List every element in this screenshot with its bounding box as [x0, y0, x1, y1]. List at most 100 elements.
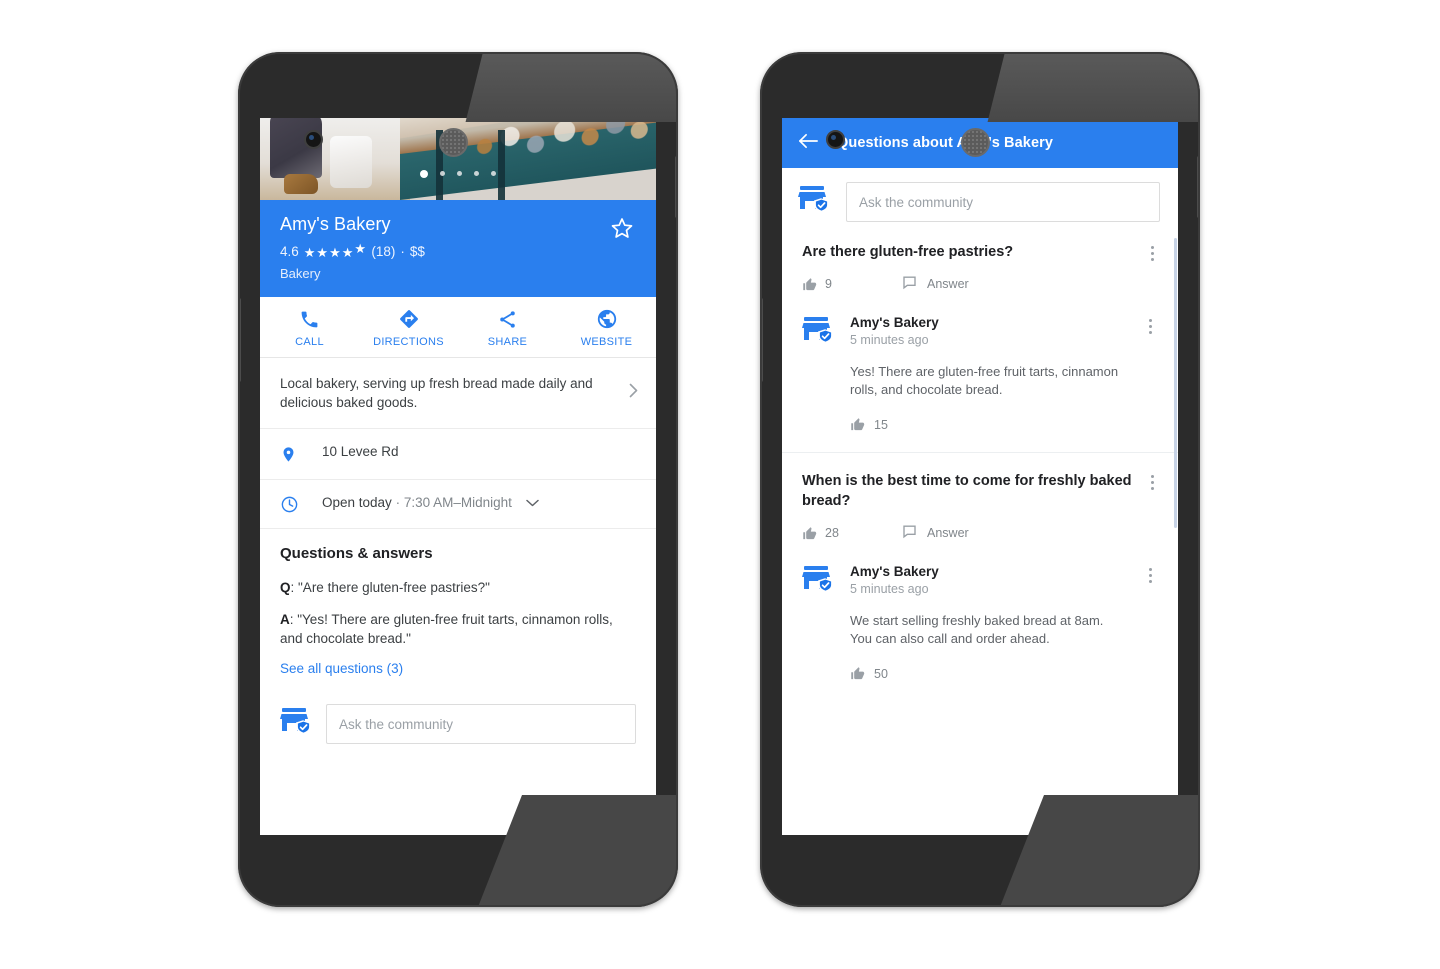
qa-a-label: A — [280, 612, 290, 627]
hours-separator: · — [395, 495, 401, 510]
rating-stars: ★★★★★ — [303, 241, 367, 260]
more-vertical-icon[interactable] — [1144, 471, 1160, 490]
hours-status: Open today — [322, 495, 392, 510]
more-vertical-icon[interactable] — [1142, 564, 1158, 681]
carousel-dot[interactable] — [474, 171, 479, 176]
questions-answers-section: Questions & answers Q: "Are there gluten… — [260, 529, 656, 696]
answer-text: Yes! There are gluten-free fruit tarts, … — [850, 364, 1119, 397]
arrow-back-icon[interactable] — [798, 132, 819, 155]
description-text: Local bakery, serving up fresh bread mad… — [280, 376, 593, 410]
answer-button[interactable]: Answer — [902, 275, 969, 293]
question-text[interactable]: Are there gluten-free pastries? — [802, 242, 1013, 262]
question-text[interactable]: When is the best time to come for freshl… — [802, 471, 1134, 511]
answer-timestamp: 5 minutes ago — [850, 582, 929, 596]
screen-right: Questions about Amy's Bakery Are ther — [782, 118, 1178, 835]
scrollbar[interactable] — [1174, 238, 1177, 528]
thumb-up-icon — [802, 526, 817, 541]
comment-icon — [902, 524, 917, 542]
app-bar-title: Questions about Amy's Bakery — [837, 135, 1054, 151]
answer-vote-count: 50 — [874, 666, 888, 681]
answer-label: Answer — [927, 526, 969, 540]
carousel-dots[interactable] — [260, 169, 656, 178]
answer-votes[interactable]: 15 — [850, 417, 1128, 432]
see-all-questions-link[interactable]: See all questions (3) — [280, 661, 636, 676]
earpiece-speaker-icon — [439, 128, 468, 157]
share-label: SHARE — [487, 336, 528, 348]
qa-section-title: Questions & answers — [280, 545, 433, 562]
comment-icon — [902, 275, 917, 293]
question-block: When is the best time to come for freshl… — [782, 453, 1178, 701]
ask-community-bar — [260, 696, 656, 762]
volume-button[interactable] — [238, 298, 241, 382]
review-count: (18) — [371, 243, 396, 259]
qa-answer-line: A: "Yes! There are gluten-free fruit tar… — [280, 610, 636, 648]
answer-author: Amy's Bakery — [850, 564, 939, 579]
hours-range: 7:30 AM–Midnight — [403, 495, 512, 510]
carousel-dot[interactable] — [440, 171, 445, 176]
carousel-dot-active[interactable] — [420, 169, 428, 178]
front-camera-icon — [826, 130, 845, 149]
clock-icon — [280, 494, 322, 514]
rating-row: 4.6 ★★★★★ (18) · $$ — [280, 241, 638, 261]
hours-row[interactable]: Open today · 7:30 AM–Midnight — [260, 480, 656, 529]
ask-community-bar — [782, 168, 1178, 236]
page-title: Amy's Bakery — [280, 214, 391, 234]
phone-device-right: Questions about Amy's Bakery Are ther — [760, 52, 1200, 907]
hours-text: Open today · 7:30 AM–Midnight — [322, 494, 539, 510]
website-label: WEBSITE — [580, 336, 633, 348]
power-button[interactable] — [1197, 156, 1200, 218]
share-icon — [458, 307, 557, 331]
qa-q-label: Q — [280, 580, 291, 595]
website-button[interactable]: WEBSITE — [557, 307, 656, 348]
earpiece-speaker-icon — [961, 128, 990, 157]
power-button[interactable] — [675, 156, 678, 218]
directions-label: DIRECTIONS — [373, 336, 444, 348]
directions-icon — [359, 307, 458, 331]
answer-votes[interactable]: 50 — [850, 666, 1128, 681]
more-vertical-icon[interactable] — [1144, 242, 1160, 261]
answer-author: Amy's Bakery — [850, 315, 939, 330]
question-votes[interactable]: 9 — [802, 277, 902, 292]
call-button[interactable]: CALL — [260, 307, 359, 348]
save-star-icon[interactable] — [610, 216, 634, 240]
answer-timestamp: 5 minutes ago — [850, 333, 929, 347]
volume-button[interactable] — [760, 298, 763, 382]
question-vote-count: 28 — [825, 526, 839, 540]
qa-q-text: : "Are there gluten-free pastries?" — [290, 580, 490, 595]
front-camera-icon — [304, 130, 323, 149]
description-row[interactable]: Local bakery, serving up fresh bread mad… — [260, 358, 656, 429]
phone-device-left: Amy's Bakery 4.6 ★★★★★ (18) · $$ Bakery — [238, 52, 678, 907]
question-votes[interactable]: 28 — [802, 526, 902, 541]
address-text: 10 Levee Rd — [322, 444, 399, 459]
answer-block: Amy's Bakery 5 minutes ago Yes! There ar… — [802, 315, 1160, 432]
call-label: CALL — [295, 336, 324, 348]
thumb-up-icon — [850, 666, 865, 681]
action-bar: CALL DIRECTIONS SHARE WEBSITE — [260, 297, 656, 358]
answer-button[interactable]: Answer — [902, 524, 969, 542]
directions-button[interactable]: DIRECTIONS — [359, 307, 458, 348]
address-row[interactable]: 10 Levee Rd — [260, 429, 656, 480]
carousel-dot[interactable] — [457, 171, 462, 176]
globe-icon — [557, 307, 656, 331]
store-verified-icon — [798, 184, 832, 221]
place-category: Bakery — [280, 266, 321, 281]
thumb-up-icon — [850, 417, 865, 432]
answer-text: We start selling freshly baked bread at … — [850, 613, 1104, 646]
more-vertical-icon[interactable] — [1142, 315, 1158, 432]
qa-question-line: Q: "Are there gluten-free pastries?" — [280, 578, 636, 597]
ask-community-input[interactable] — [846, 182, 1160, 222]
store-verified-icon — [802, 564, 836, 681]
carousel-dot[interactable] — [491, 171, 496, 176]
thumb-up-icon — [802, 277, 817, 292]
answer-vote-count: 15 — [874, 417, 888, 432]
ask-community-input[interactable] — [326, 704, 636, 744]
share-button[interactable]: SHARE — [458, 307, 557, 348]
chevron-right-icon[interactable] — [621, 383, 638, 403]
price-level: $$ — [409, 243, 425, 259]
place-header: Amy's Bakery 4.6 ★★★★★ (18) · $$ Bakery — [260, 200, 656, 297]
answer-label: Answer — [927, 277, 969, 291]
question-block: Are there gluten-free pastries? 9 Answer — [782, 236, 1178, 452]
store-verified-icon — [280, 706, 314, 743]
chevron-down-icon[interactable] — [525, 496, 539, 510]
question-vote-count: 9 — [825, 277, 832, 291]
